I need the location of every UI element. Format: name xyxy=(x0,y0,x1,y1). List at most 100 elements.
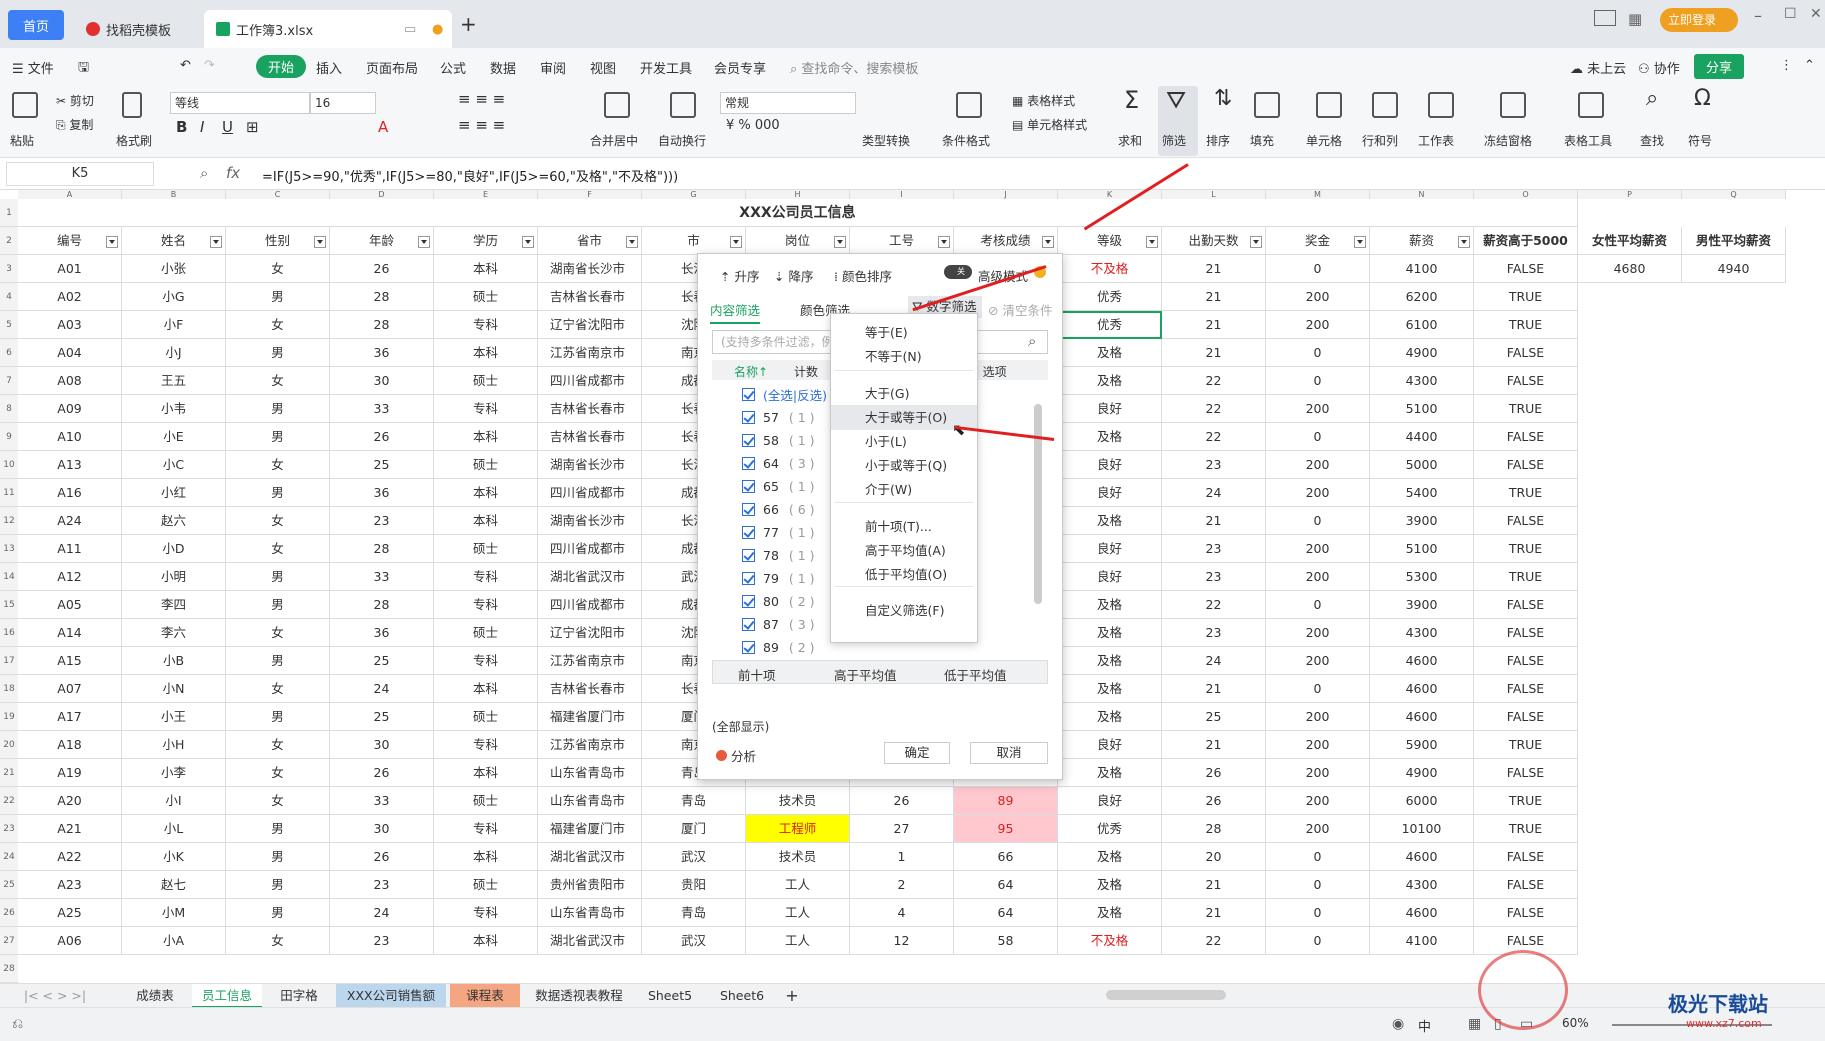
cell[interactable]: 及格 xyxy=(1058,899,1162,927)
cell[interactable]: A23 xyxy=(18,871,122,899)
column-header[interactable]: O xyxy=(1474,190,1578,199)
cell[interactable]: FALSE xyxy=(1474,507,1578,535)
number-format-select[interactable]: 常规 xyxy=(720,92,856,114)
zoom-formula-icon[interactable]: ⌕ xyxy=(200,164,208,182)
checkbox-icon[interactable] xyxy=(742,525,755,539)
login-button[interactable]: 立即登录 xyxy=(1660,8,1738,32)
sum-button[interactable]: 求和 xyxy=(1118,132,1142,149)
cell[interactable]: 山东省青岛市 xyxy=(538,899,642,927)
checkbox-icon[interactable] xyxy=(742,617,755,631)
cell[interactable]: 36 xyxy=(330,479,434,507)
cell[interactable]: 江苏省南京市 xyxy=(538,647,642,675)
column-header[interactable]: L xyxy=(1162,190,1266,199)
cell[interactable]: 21 xyxy=(1162,507,1266,535)
type-convert-button[interactable]: 类型转换 xyxy=(862,132,910,149)
cell[interactable]: 200 xyxy=(1266,731,1370,759)
wrap-icon[interactable] xyxy=(670,92,696,118)
cell[interactable]: 江苏省南京市 xyxy=(538,731,642,759)
cell[interactable]: 本科 xyxy=(434,423,538,451)
number-filter-option[interactable]: 大于(G) xyxy=(831,381,977,406)
cell[interactable]: A02 xyxy=(18,283,122,311)
cell[interactable]: 良好 xyxy=(1058,395,1162,423)
cell[interactable]: 男 xyxy=(226,339,330,367)
cell[interactable]: 26 xyxy=(1162,787,1266,815)
cell[interactable]: 本科 xyxy=(434,843,538,871)
tab-workbook[interactable]: 工作簿3.xlsx ▭ ● xyxy=(204,10,452,48)
cell[interactable]: 小L xyxy=(122,815,226,843)
column-header[interactable]: A xyxy=(18,190,122,199)
merge-icon[interactable] xyxy=(604,92,630,118)
sheet-nav-icon[interactable]: |< < > >| xyxy=(10,984,100,1008)
cell[interactable]: A16 xyxy=(18,479,122,507)
cell[interactable]: 本科 xyxy=(434,675,538,703)
quick-undo-icon[interactable]: ↶ xyxy=(180,58,191,73)
cell[interactable]: 64 xyxy=(954,871,1058,899)
cell[interactable]: 良好 xyxy=(1058,451,1162,479)
cell[interactable]: 6100 xyxy=(1370,311,1474,339)
cell[interactable]: 湖南省长沙市 xyxy=(538,451,642,479)
cell[interactable]: FALSE xyxy=(1474,703,1578,731)
cell[interactable]: 四川省成都市 xyxy=(538,535,642,563)
cell[interactable]: 女 xyxy=(226,731,330,759)
filter-value-item[interactable]: 79 ( 1 ) xyxy=(742,568,815,588)
menu-data[interactable]: 数据 xyxy=(490,58,516,77)
cell[interactable]: 小C xyxy=(122,451,226,479)
menu-review[interactable]: 审阅 xyxy=(540,58,566,77)
cell[interactable]: 赵六 xyxy=(122,507,226,535)
cell[interactable]: 本科 xyxy=(434,255,538,283)
cell[interactable]: 本科 xyxy=(434,759,538,787)
symbol-icon[interactable]: Ω xyxy=(1694,86,1711,111)
cell[interactable]: TRUE xyxy=(1474,815,1578,843)
find-icon[interactable]: ⌕ xyxy=(1646,86,1658,111)
cell[interactable]: 21 xyxy=(1162,255,1266,283)
row-header[interactable]: 16 xyxy=(0,619,18,647)
menu-member[interactable]: 会员专享 xyxy=(714,58,766,77)
cell[interactable]: 女 xyxy=(226,255,330,283)
sheet-tab[interactable]: Sheet5 xyxy=(638,984,702,1008)
cell[interactable]: 男 xyxy=(226,815,330,843)
cell[interactable]: 小红 xyxy=(122,479,226,507)
filter-value-item[interactable]: 77 ( 1 ) xyxy=(742,522,815,542)
format-painter-icon[interactable] xyxy=(122,92,142,118)
cell[interactable]: 0 xyxy=(1266,927,1370,955)
filter-dropdown-icon[interactable] xyxy=(1458,236,1470,248)
cell[interactable]: 28 xyxy=(1162,815,1266,843)
cell[interactable]: 5400 xyxy=(1370,479,1474,507)
filter-value-item[interactable]: 64 ( 3 ) xyxy=(742,453,815,473)
filter-value-item[interactable]: 58 ( 1 ) xyxy=(742,430,815,450)
cell[interactable]: 2 xyxy=(850,871,954,899)
cell[interactable]: 23 xyxy=(330,927,434,955)
filter-value-item[interactable]: 89 ( 2 ) xyxy=(742,637,815,657)
menu-view[interactable]: 视图 xyxy=(590,58,616,77)
row-header[interactable]: 17 xyxy=(0,647,18,675)
cell[interactable]: 21 xyxy=(1162,871,1266,899)
cell[interactable]: 4100 xyxy=(1370,927,1474,955)
column-header[interactable]: E xyxy=(434,190,538,199)
grid-apps-icon[interactable]: ▦ xyxy=(1628,10,1642,28)
row-header[interactable]: 18 xyxy=(0,675,18,703)
cell[interactable]: 男 xyxy=(226,563,330,591)
paste-icon[interactable] xyxy=(12,92,38,118)
checkbox-icon[interactable] xyxy=(742,548,755,562)
cell[interactable]: 4940 xyxy=(1682,255,1786,283)
share-button[interactable]: 分享 xyxy=(1694,54,1745,79)
cell[interactable]: 专科 xyxy=(434,591,538,619)
cell[interactable]: 小K xyxy=(122,843,226,871)
cell[interactable]: 良好 xyxy=(1058,479,1162,507)
cell-button[interactable]: 单元格 xyxy=(1306,132,1342,149)
copy-button[interactable]: ⎘ 复制 xyxy=(56,116,93,133)
cell[interactable]: 27 xyxy=(850,815,954,843)
cell[interactable]: 山东省青岛市 xyxy=(538,759,642,787)
cond-format-button[interactable]: 条件格式 xyxy=(942,132,990,149)
column-header[interactable]: B xyxy=(122,190,226,199)
top10-button[interactable]: 前十项 xyxy=(738,665,776,684)
cell[interactable]: 22 xyxy=(1162,927,1266,955)
wrap-button[interactable]: 自动换行 xyxy=(658,132,706,149)
cell[interactable]: 男 xyxy=(226,899,330,927)
cell[interactable]: 0 xyxy=(1266,843,1370,871)
cell[interactable]: 200 xyxy=(1266,395,1370,423)
cell[interactable]: A10 xyxy=(18,423,122,451)
cell[interactable]: 200 xyxy=(1266,619,1370,647)
cell[interactable]: 4100 xyxy=(1370,255,1474,283)
sheet-tab[interactable]: 田字格 xyxy=(264,984,334,1008)
